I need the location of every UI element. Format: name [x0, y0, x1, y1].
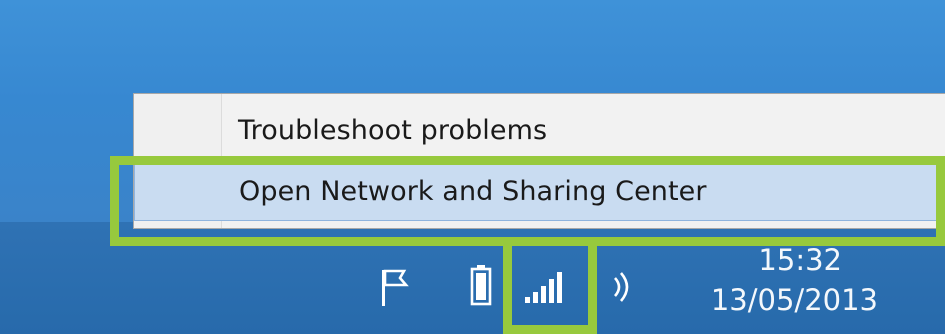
clock-date: 13/05/2013: [710, 283, 878, 317]
network-signal-icon[interactable]: [523, 267, 571, 305]
network-context-menu: Troubleshoot problems Open Network and S…: [133, 93, 945, 229]
menu-item-label: Troubleshoot problems: [238, 114, 548, 146]
menu-item-open-network-and-sharing-center[interactable]: Open Network and Sharing Center: [134, 163, 945, 221]
action-center-flag-icon[interactable]: [380, 268, 416, 308]
battery-icon[interactable]: [470, 264, 492, 306]
clock-time: 15:32: [758, 243, 842, 277]
volume-icon[interactable]: [607, 268, 641, 306]
menu-item-troubleshoot-problems[interactable]: Troubleshoot problems: [134, 102, 945, 160]
menu-item-label: Open Network and Sharing Center: [239, 175, 707, 207]
